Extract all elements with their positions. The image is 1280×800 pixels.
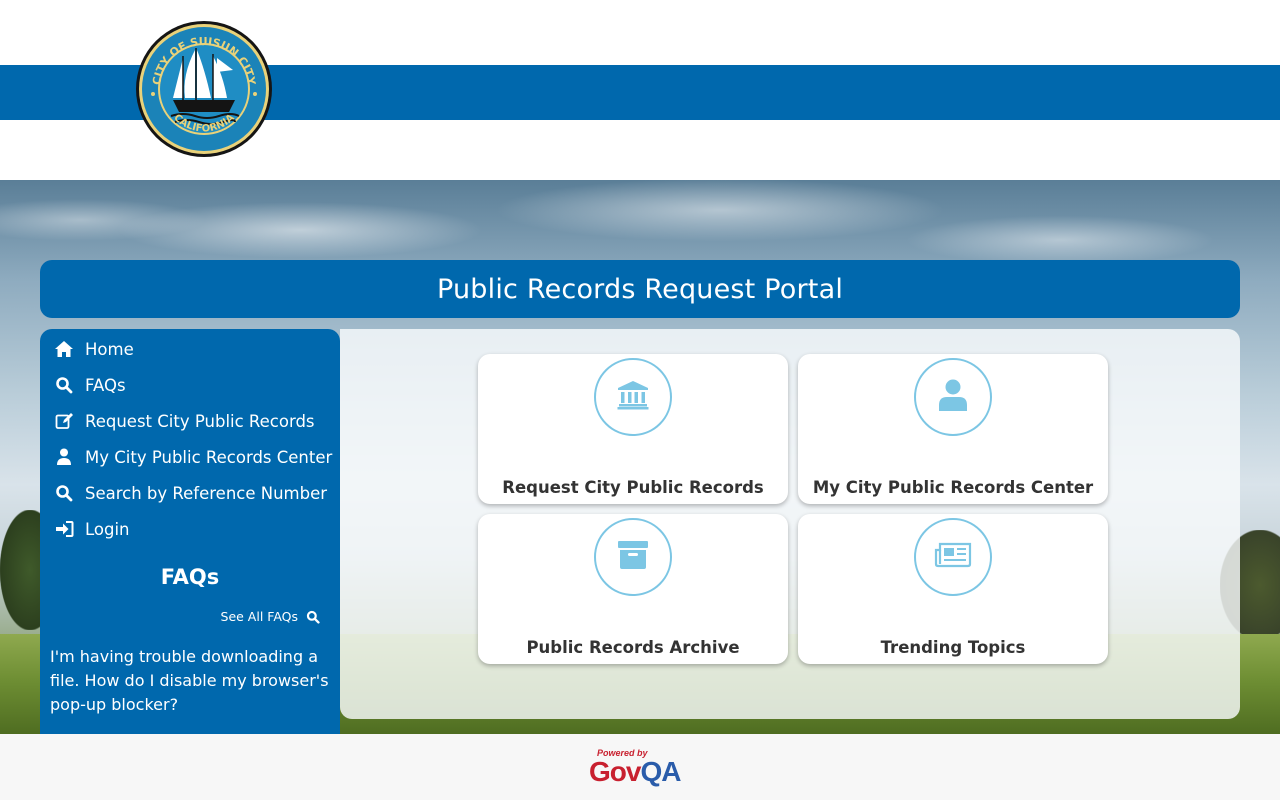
govqa-brand-gov: Gov: [589, 756, 641, 787]
edit-icon: [54, 411, 74, 431]
govqa-brand-qa: QA: [640, 756, 681, 787]
tile-label: Public Records Archive: [526, 638, 740, 657]
main-panel: Request City Public Records My City Publ…: [340, 329, 1240, 719]
sidebar-item-request-records[interactable]: Request City Public Records: [54, 406, 315, 436]
sign-in-icon: [54, 519, 74, 539]
page-title: Public Records Request Portal: [436, 273, 844, 305]
sidebar-item-label: Search by Reference Number: [85, 483, 328, 503]
institution-icon: [617, 380, 649, 414]
faq-heading: FAQs: [160, 565, 220, 589]
sidebar-item-login[interactable]: Login: [54, 514, 130, 544]
user-icon: [938, 379, 968, 415]
search-icon: [54, 483, 74, 503]
tile-label: My City Public Records Center: [812, 478, 1094, 497]
tile-label: Request City Public Records: [502, 478, 764, 497]
home-icon: [54, 339, 74, 359]
govqa-brand: GovQA: [589, 756, 681, 788]
tile-icon-circle: [914, 358, 992, 436]
archive-icon: [617, 540, 649, 574]
tile-records-center[interactable]: My City Public Records Center: [798, 354, 1108, 504]
faq-item-link[interactable]: I'm having trouble downloading a file. H…: [50, 645, 330, 717]
portal-title-bar: Public Records Request Portal: [40, 260, 1240, 318]
sidebar-item-home[interactable]: Home: [54, 334, 134, 364]
tile-icon-circle: [594, 518, 672, 596]
tile-records-archive[interactable]: Public Records Archive: [478, 514, 788, 664]
govqa-logo[interactable]: Powered by GovQA: [589, 748, 693, 788]
newspaper-icon: [934, 542, 972, 572]
sidebar-item-label: Home: [85, 339, 134, 359]
tile-trending-topics[interactable]: Trending Topics: [798, 514, 1108, 664]
city-seal-icon: CITY OF SUISUN CITY CALIFORNIA: [136, 21, 272, 157]
user-icon: [54, 447, 74, 467]
sidebar-item-label: Login: [85, 519, 130, 539]
search-icon: [54, 375, 74, 395]
search-icon: [306, 610, 320, 624]
tile-label: Trending Topics: [880, 638, 1026, 657]
tile-icon-circle: [594, 358, 672, 436]
tile-icon-circle: [914, 518, 992, 596]
sidebar-item-label: My City Public Records Center: [85, 447, 333, 467]
sidebar: Home FAQs Request City Public Records My…: [40, 329, 340, 734]
sidebar-item-faqs[interactable]: FAQs: [54, 370, 126, 400]
see-all-faqs-label: See All FAQs: [220, 609, 298, 624]
site-header: CITY OF SUISUN CITY CALIFORNIA: [0, 0, 1280, 180]
see-all-faqs-link[interactable]: See All FAQs: [221, 609, 320, 624]
sidebar-item-records-center[interactable]: My City Public Records Center: [54, 442, 332, 472]
city-seal-logo[interactable]: CITY OF SUISUN CITY CALIFORNIA: [135, 20, 273, 158]
sidebar-item-label: FAQs: [85, 375, 126, 395]
sidebar-item-search-reference[interactable]: Search by Reference Number: [54, 478, 327, 508]
tile-request-records[interactable]: Request City Public Records: [478, 354, 788, 504]
sidebar-item-label: Request City Public Records: [85, 411, 315, 431]
